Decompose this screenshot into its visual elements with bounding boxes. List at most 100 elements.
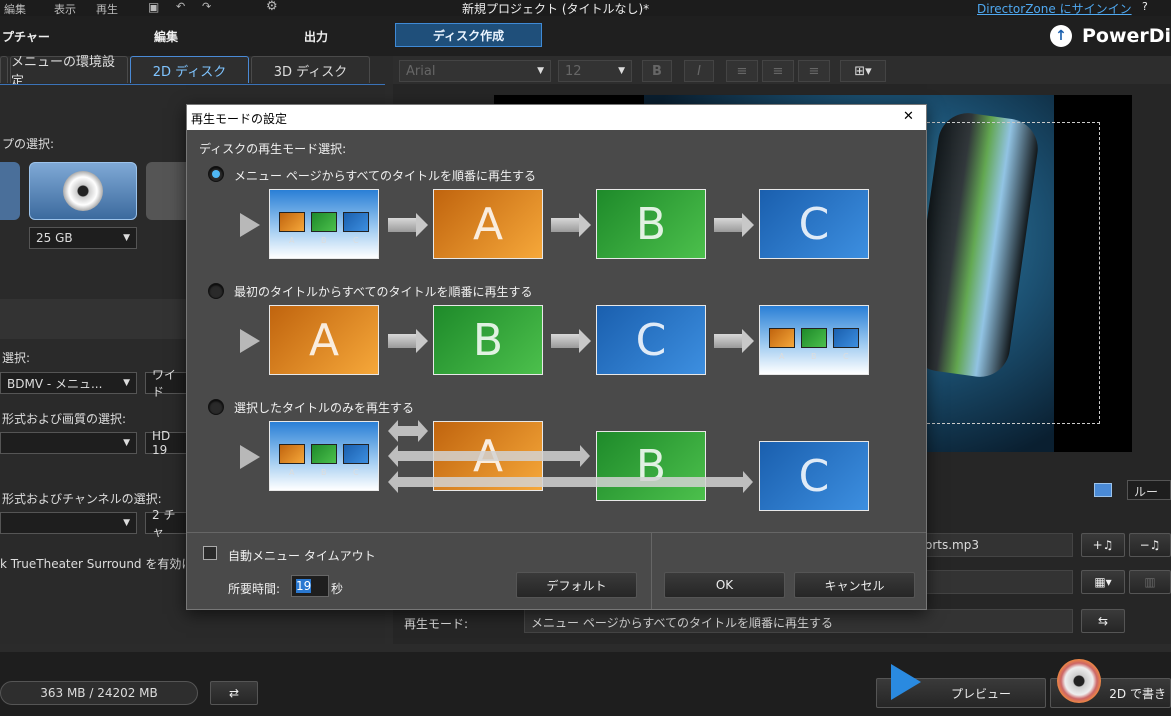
mode-capture[interactable]: プチャー [2,28,50,45]
tab-menu-settings[interactable]: メニューの環境設定 [10,55,128,89]
title-b-box: B [596,189,706,259]
play-icon [891,664,921,700]
disc-type-dvd-icon[interactable] [0,162,20,220]
font-family-value: Arial [406,63,436,79]
chevron-down-icon: ▼ [618,66,625,76]
seconds-unit: 秒 [331,582,344,596]
mini-label-a: A [779,352,785,361]
italic-button[interactable]: I [684,60,714,82]
thumbnail-view-icon[interactable] [1094,483,1112,497]
ok-button[interactable]: OK [664,572,785,598]
radio-option-menu-all[interactable] [208,166,224,182]
play-icon [240,213,260,237]
video-quality-value: HD 19 [152,429,171,457]
bluray-disc-icon [63,171,103,211]
video-quality-select[interactable]: HD 19 [145,429,187,457]
align-right-icon[interactable]: ≡ [798,60,830,82]
mini-label-c: C [353,468,359,477]
auto-timeout-checkbox[interactable] [203,546,217,560]
font-family-select[interactable]: Arial ▼ [399,60,551,82]
font-size-select[interactable]: 12 ▼ [558,60,632,82]
redo-icon[interactable]: ↷ [202,0,211,13]
audio-channel-select[interactable]: 2 チャ [145,508,187,539]
undo-icon[interactable]: ↶ [176,0,185,13]
video-format-select[interactable]: ▼ [0,432,137,454]
menu-play[interactable]: 再生 [96,1,118,17]
radio-option-selected-only[interactable] [208,399,224,415]
aspect-select[interactable]: ワイド [145,368,187,399]
add-music-button[interactable]: +♫ [1081,533,1125,557]
default-button[interactable]: デフォルト [516,572,637,598]
arrow-icon [714,329,754,353]
playmode-label: 再生モード: [404,617,469,631]
option-label-menu-all[interactable]: メニュー ページからすべてのタイトルを順番に再生する [234,167,536,184]
audio-format-select[interactable]: ▼ [0,512,137,534]
format-select[interactable]: BDMV - メニュ... ▼ [0,372,137,394]
secondary-field[interactable] [918,570,1073,594]
dialog-title: 再生モードの設定 [191,112,288,126]
directorzone-signin-link[interactable]: DirectorZone にサインイン [977,0,1132,17]
disc-type-avchd-icon[interactable] [146,162,186,220]
footer-divider [187,532,926,533]
title-a-box: A [433,189,543,259]
bold-button[interactable]: B [642,60,672,82]
mini-label-c: C [843,352,849,361]
settings-gear-icon[interactable]: ⚙ [266,0,278,14]
swap-size-button[interactable]: ⇄ [210,681,258,705]
align-center-icon[interactable]: ≡ [762,60,794,82]
mode-edit[interactable]: 編集 [154,28,178,45]
duration-input[interactable]: 19 [291,575,329,597]
option-label-first-title[interactable]: 最初のタイトルからすべてのタイトルを順番に再生する [234,283,532,300]
align-left-icon[interactable]: ≡ [726,60,758,82]
upgrade-arrow-icon[interactable]: ↑ [1050,25,1072,47]
truetheater-checkbox-label[interactable]: k TrueTheater Surround を有効に [0,555,186,572]
mode-output[interactable]: 出力 [304,28,328,45]
burn-label: 2D で書き [1109,686,1166,701]
close-icon[interactable]: ✕ [903,109,914,124]
mini-label-c: C [353,236,359,245]
remove-music-button[interactable]: −♫ [1129,533,1171,557]
radio-option-first-title[interactable] [208,283,224,299]
tab-left-partial[interactable] [0,56,8,83]
brand-logo: PowerDi [1082,25,1171,47]
mode-bar: プチャー 編集 出力 ディスク作成 ↑ PowerDi [0,16,1171,56]
playback-mode-dialog: 再生モードの設定 ✕ ディスクの再生モード選択: メニュー ページからすべてのタ… [186,104,927,610]
menu-thumb-c [343,212,369,232]
save-icon[interactable]: ▣ [148,0,159,14]
music-file-field[interactable]: orts.mp3 [918,533,1073,557]
option-label-selected-only[interactable]: 選択したタイトルのみを再生する [234,399,414,416]
disc-size-indicator: 363 MB / 24202 MB [0,681,198,705]
double-arrow-icon [388,471,753,493]
mini-label-a: A [289,468,295,477]
disc-type-label: プの選択: [2,137,55,151]
help-icon[interactable]: ? [1142,0,1148,13]
menu-edit[interactable]: 編集 [4,1,26,17]
disc-type-bluray-icon[interactable] [29,162,137,220]
title-c-box: C [596,305,706,375]
playmode-settings-button[interactable]: ⇆ [1081,609,1125,633]
cancel-button[interactable]: キャンセル [794,572,915,598]
mini-label-b: B [321,236,327,245]
title-b-box: B [433,305,543,375]
disabled-action-icon[interactable]: ▥ [1129,570,1171,594]
arrow-icon [388,329,428,353]
duration-label: 所要時間: [228,582,281,596]
title-c-box: C [759,189,869,259]
title-b-box: B [596,431,706,501]
playmode-field: メニュー ページからすべてのタイトルを順番に再生する [524,609,1073,633]
capacity-select[interactable]: 25 GB ▼ [29,227,137,249]
arrow-icon [388,213,428,237]
preview-button[interactable]: プレビュー [876,664,1046,708]
loop-select[interactable]: ルー [1127,480,1171,500]
mode-disc-create[interactable]: ディスク作成 [395,23,542,47]
menu-page-box: A B C [269,421,379,491]
menu-view[interactable]: 表示 [54,1,76,17]
audio-label: 形式およびチャンネルの選択: [2,492,162,506]
layout-grid-icon[interactable]: ⊞▾ [840,60,886,82]
tab-2d-disc[interactable]: 2D ディスク [130,56,249,83]
burn-disc-button[interactable]: 2D で書き [1050,659,1171,708]
chapter-icon[interactable]: ▦▾ [1081,570,1125,594]
video-quality-label: 形式および画質の選択: [2,412,127,426]
menu-thumb-a [279,212,305,232]
tab-3d-disc[interactable]: 3D ディスク [251,56,370,83]
